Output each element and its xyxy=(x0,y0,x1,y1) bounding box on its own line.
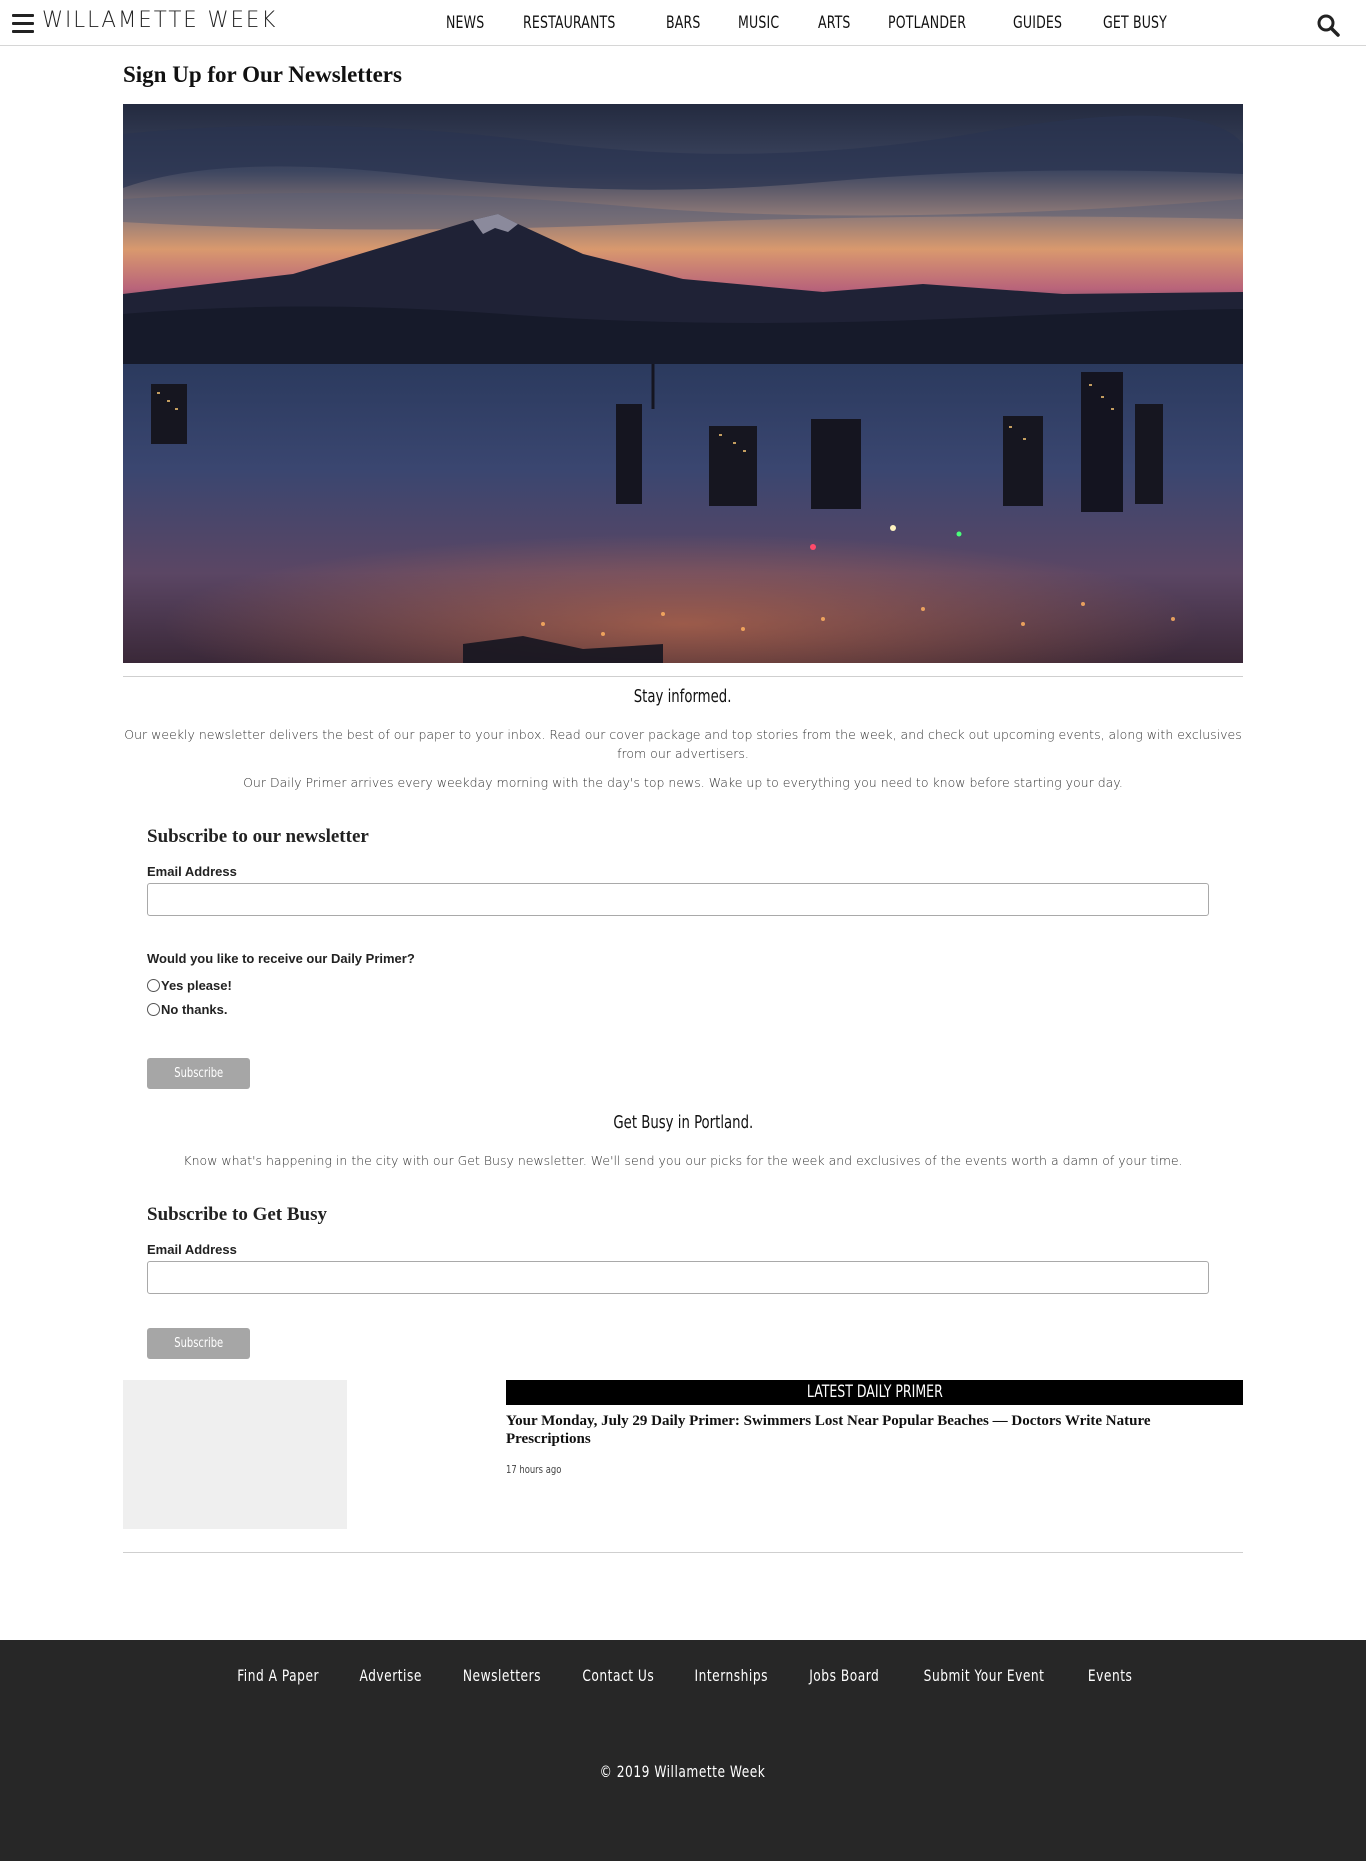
footer-link-contact-us[interactable]: Contact Us xyxy=(582,1666,654,1685)
site-footer: Find A Paper Advertise Newsletters Conta… xyxy=(0,1640,1366,1861)
hamburger-menu-icon[interactable] xyxy=(12,14,34,33)
hero-image xyxy=(123,104,1243,663)
nav-guides[interactable]: GUIDES xyxy=(1013,13,1062,33)
nav-bars[interactable]: BARS xyxy=(666,13,701,33)
nav-news[interactable]: NEWS xyxy=(446,13,484,33)
get-busy-form-heading: Subscribe to Get Busy xyxy=(147,1204,327,1225)
radio-yes-label: Yes please! xyxy=(161,978,232,993)
radio-button[interactable] xyxy=(147,1003,160,1016)
top-header: WILLAMETTE WEEK NEWS RESTAURANTS BARS MU… xyxy=(0,0,1366,46)
footer-link-newsletters[interactable]: Newsletters xyxy=(463,1666,541,1685)
footer-link-submit-your-event[interactable]: Submit Your Event xyxy=(924,1666,1045,1685)
email-label: Email Address xyxy=(147,864,237,879)
footer-link-advertise[interactable]: Advertise xyxy=(360,1666,422,1685)
divider xyxy=(123,1552,1243,1553)
get-busy-email-input[interactable] xyxy=(147,1261,1209,1294)
footer-link-events[interactable]: Events xyxy=(1087,1666,1131,1685)
nav-music[interactable]: MUSIC xyxy=(738,13,779,33)
page-title: Sign Up for Our Newsletters xyxy=(123,62,402,87)
daily-primer-question: Would you like to receive our Daily Prim… xyxy=(147,951,415,966)
main-nav: NEWS RESTAURANTS BARS MUSIC ARTS POTLAND… xyxy=(446,0,1211,46)
get-busy-heading: Get Busy in Portland. xyxy=(613,1112,753,1133)
site-logo[interactable]: WILLAMETTE WEEK xyxy=(42,8,277,33)
stay-informed-heading: Stay informed. xyxy=(634,686,732,707)
radio-no-label: No thanks. xyxy=(161,1002,228,1017)
newsletter-form-heading: Subscribe to our newsletter xyxy=(147,826,369,847)
newsletter-subscribe-button[interactable]: Subscribe xyxy=(147,1058,250,1089)
email-label: Email Address xyxy=(147,1242,237,1257)
latest-primer-bar: LATEST DAILY PRIMER xyxy=(506,1380,1243,1405)
nav-potlander[interactable]: POTLANDER xyxy=(888,13,966,33)
nav-restaurants[interactable]: RESTAURANTS xyxy=(523,13,615,33)
footer-link-find-a-paper[interactable]: Find A Paper xyxy=(237,1666,319,1685)
radio-button[interactable] xyxy=(147,979,160,992)
get-busy-description: Know what's happening in the city with o… xyxy=(183,1153,1183,1168)
divider xyxy=(123,676,1243,677)
ad-placeholder xyxy=(123,1380,347,1529)
radio-yes-option[interactable]: Yes please! xyxy=(147,978,232,993)
footer-link-internships[interactable]: Internships xyxy=(695,1666,769,1685)
get-busy-subscribe-button[interactable]: Subscribe xyxy=(147,1328,250,1359)
search-icon[interactable] xyxy=(1316,13,1340,37)
primer-timestamp: 17 hours ago xyxy=(506,1463,562,1476)
newsletter-email-input[interactable] xyxy=(147,883,1209,916)
nav-get-busy[interactable]: GET BUSY xyxy=(1103,13,1167,33)
radio-no-option[interactable]: No thanks. xyxy=(147,1002,227,1017)
copyright-text: © 2019 Willamette Week xyxy=(600,1762,766,1781)
primer-headline-link[interactable]: Your Monday, July 29 Daily Primer: Swimm… xyxy=(506,1412,1226,1448)
newsletter-description: Our weekly newsletter delivers the best … xyxy=(124,727,1242,761)
footer-nav: Find A Paper Advertise Newsletters Conta… xyxy=(0,1666,1366,1685)
footer-link-jobs-board[interactable]: Jobs Board xyxy=(809,1666,879,1685)
daily-primer-description: Our Daily Primer arrives every weekday m… xyxy=(243,775,1123,790)
nav-arts[interactable]: ARTS xyxy=(818,13,851,33)
